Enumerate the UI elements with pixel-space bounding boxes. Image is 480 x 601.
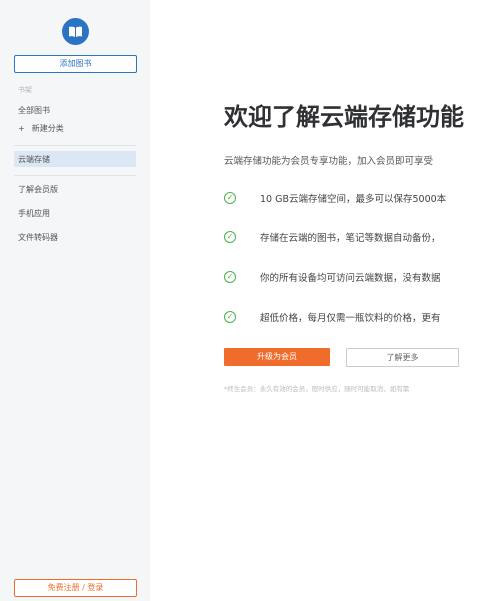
sidebar-divider	[14, 175, 136, 176]
check-circle-icon: ✓	[224, 311, 236, 323]
sidebar: 添加图书 书架 全部图书 + 新建分类 云端存储 了解会员版 手机应用 文件转码器…	[0, 0, 150, 601]
check-circle-icon: ✓	[224, 271, 236, 283]
sidebar-item-new-category[interactable]: + 新建分类	[18, 123, 64, 134]
feature-text: 超低价格，每月仅需一瓶饮料的价格，更有	[260, 313, 441, 324]
feature-item: ✓ 10 GB云端存储空间，最多可以保存5000本	[224, 190, 446, 206]
upgrade-membership-button[interactable]: 升级为会员	[224, 348, 330, 366]
feature-text: 你的所有设备均可访问云端数据，没有数据	[260, 273, 441, 284]
feature-text: 10 GB云端存储空间，最多可以保存5000本	[260, 194, 447, 205]
bookshelf-section-label: 书架	[18, 86, 32, 94]
page-title: 欢迎了解云端存储功能	[224, 103, 464, 131]
register-login-button[interactable]: 免费注册 / 登录	[14, 579, 137, 597]
plus-icon: +	[18, 124, 25, 133]
check-circle-icon: ✓	[224, 192, 236, 204]
feature-item: ✓ 你的所有设备均可访问云端数据，没有数据	[224, 269, 441, 285]
sidebar-item-learn-membership[interactable]: 了解会员版	[18, 184, 58, 195]
sidebar-item-cloud-storage[interactable]: 云端存储	[18, 154, 50, 165]
new-category-label: 新建分类	[31, 124, 64, 133]
feature-text: 存储在云端的图书，笔记等数据自动备份，	[260, 233, 441, 244]
intro-text: 云端存储功能为会员专享功能，加入会员即可享受	[224, 156, 434, 167]
sidebar-item-all-books[interactable]: 全部图书	[18, 105, 50, 116]
add-book-button[interactable]: 添加图书	[14, 55, 137, 73]
feature-item: ✓ 存储在云端的图书，笔记等数据自动备份，	[224, 229, 441, 245]
feature-item: ✓ 超低价格，每月仅需一瓶饮料的价格，更有	[224, 309, 441, 325]
main-content: 欢迎了解云端存储功能 云端存储功能为会员专享功能，加入会员即可享受 ✓ 10 G…	[150, 0, 480, 601]
sidebar-item-mobile-app[interactable]: 手机应用	[18, 208, 50, 219]
check-circle-icon: ✓	[224, 231, 236, 243]
learn-more-button[interactable]: 了解更多	[346, 348, 459, 367]
footnote: *终生会员：永久有效的会员，限时供应，随时可能取消，如有需	[224, 385, 410, 393]
book-open-icon	[62, 18, 89, 45]
sidebar-item-file-converter[interactable]: 文件转码器	[18, 232, 58, 243]
sidebar-divider	[14, 145, 136, 146]
